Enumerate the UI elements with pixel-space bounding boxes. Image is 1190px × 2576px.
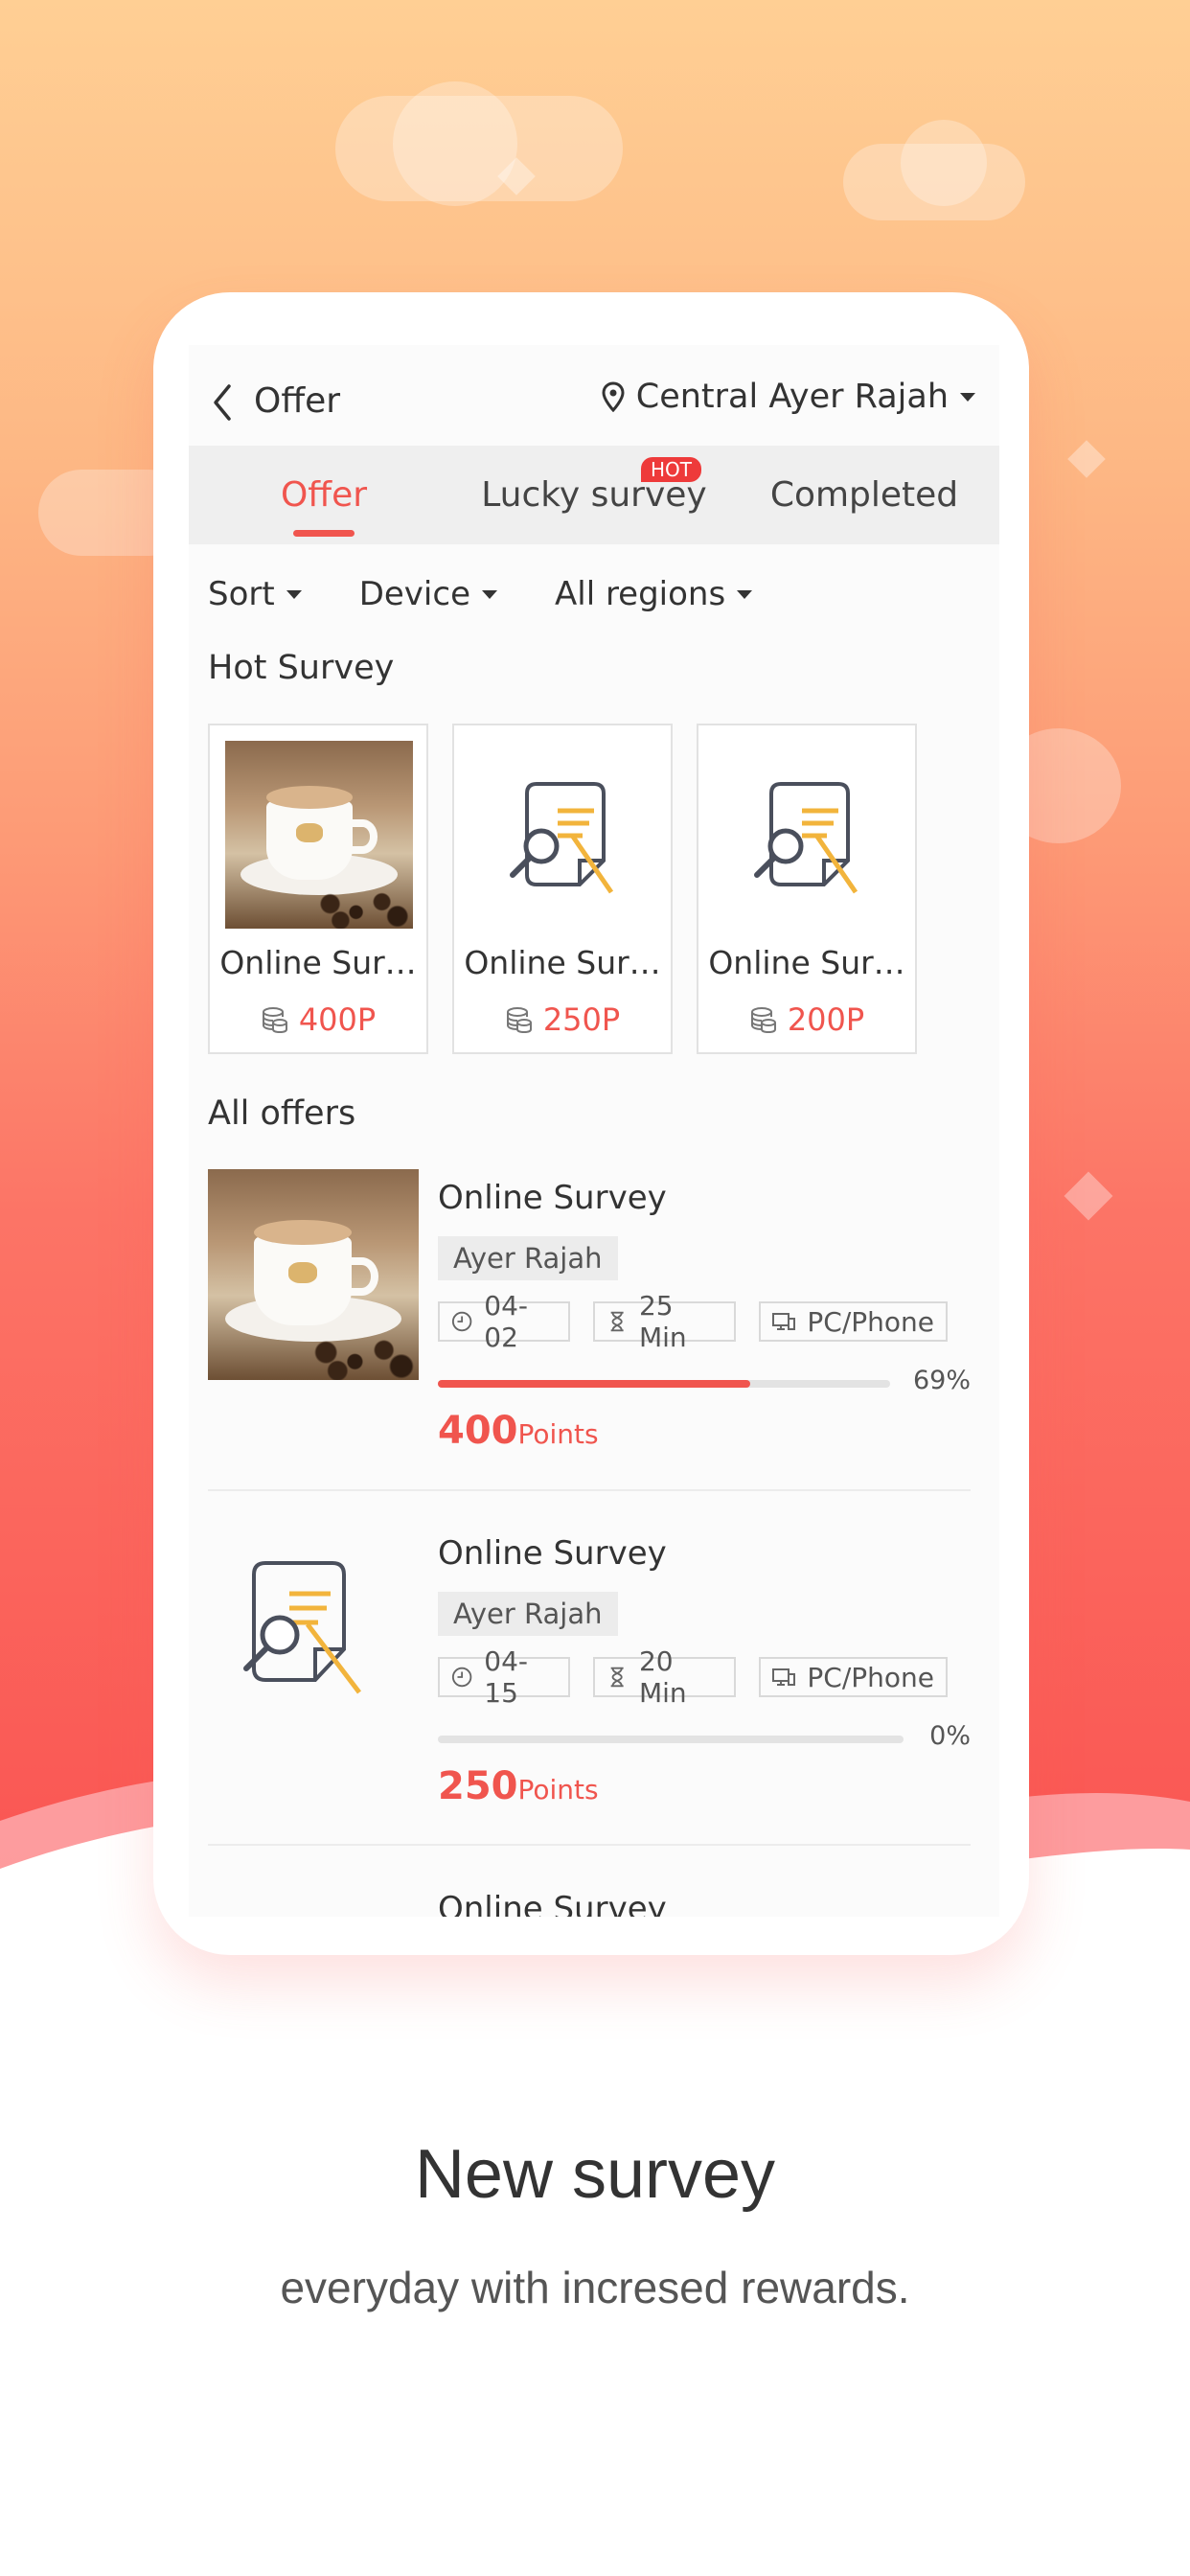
caret-down-icon <box>960 392 975 402</box>
devices-icon <box>772 1313 796 1330</box>
hot-survey-card[interactable]: Online Sur… 200P <box>697 724 917 1054</box>
date-info: 04-02 <box>438 1290 570 1353</box>
page-title: Offer <box>254 381 341 421</box>
app-screen: Offer Central Ayer Rajah Offer Lucky sur… <box>189 345 999 1917</box>
back-button[interactable] <box>210 379 248 426</box>
date-value: 04-02 <box>484 1290 528 1353</box>
survey-points: 400P <box>210 1001 426 1038</box>
region-dropdown[interactable]: All regions <box>554 575 753 613</box>
caret-down-icon <box>286 589 302 599</box>
tab-label: Completed <box>769 475 959 515</box>
progress-percent: 69% <box>912 1366 971 1395</box>
device-info: PC/Phone <box>759 1657 948 1697</box>
filter-label: Device <box>358 575 470 613</box>
hot-survey-card[interactable]: Online Sur… 250P <box>452 724 673 1054</box>
offer-list-item[interactable]: Online Survey Ayer Rajah 04-15 20 Min PC… <box>208 1525 971 1831</box>
offer-title: Online Survey <box>438 1890 667 1917</box>
survey-name: Online Sur… <box>708 944 905 981</box>
survey-points: 200P <box>698 1001 915 1038</box>
progress-bar <box>438 1380 890 1388</box>
coin-stack-icon <box>506 1007 532 1034</box>
offer-title: Online Survey <box>438 1179 667 1217</box>
all-offers-heading: All offers <box>208 1094 356 1133</box>
survey-name: Online Sur… <box>219 944 417 981</box>
points-value: 200P <box>787 1001 865 1038</box>
points-value: 250P <box>542 1001 621 1038</box>
clock-icon <box>451 1667 472 1688</box>
hourglass-icon <box>610 1667 624 1688</box>
coin-stack-icon <box>750 1007 776 1034</box>
duration-info: 25 Min <box>592 1290 737 1353</box>
list-divider <box>208 1489 971 1491</box>
coffee-photo <box>225 741 413 929</box>
cloud-decoration <box>393 81 517 206</box>
points-number: 250 <box>438 1764 518 1808</box>
devices-icon <box>772 1668 796 1686</box>
coffee-photo <box>208 1169 419 1380</box>
points-number: 400 <box>438 1409 518 1453</box>
caption-title: New survey <box>414 2136 776 2213</box>
device-info: PC/Phone <box>759 1301 948 1342</box>
date-value: 04-15 <box>484 1645 528 1709</box>
caret-down-icon <box>737 589 753 599</box>
device-value: PC/Phone <box>807 1661 934 1693</box>
device-dropdown[interactable]: Device <box>359 575 497 613</box>
list-divider <box>208 1844 971 1846</box>
filter-label: All regions <box>554 575 726 613</box>
location-selector[interactable]: Central Ayer Rajah <box>602 378 975 416</box>
progress-bar <box>438 1736 904 1743</box>
region-tag: Ayer Rajah <box>438 1236 618 1280</box>
clock-icon <box>451 1311 472 1332</box>
survey-document-icon <box>243 1561 361 1694</box>
top-bar: Offer Central Ayer Rajah <box>189 345 999 446</box>
duration-info: 20 Min <box>592 1645 737 1709</box>
tab-bar: Offer Lucky survey HOT Completed <box>189 446 999 544</box>
caret-down-icon <box>481 589 497 599</box>
survey-name: Online Sur… <box>464 944 661 981</box>
offer-meta: 04-02 25 Min PC/Phone <box>438 1290 971 1353</box>
tab-lucky-survey[interactable]: Lucky survey HOT <box>459 446 729 544</box>
points-unit: Points <box>517 1418 599 1450</box>
offer-list-item[interactable]: Online Survey <box>208 1880 971 1917</box>
points-value: 400P <box>298 1001 377 1038</box>
sort-dropdown[interactable]: Sort <box>208 575 302 613</box>
offer-points: 250Points <box>438 1764 599 1808</box>
tab-offer[interactable]: Offer <box>189 446 459 544</box>
progress-fill <box>438 1380 750 1388</box>
chevron-left-icon <box>214 384 231 421</box>
filter-bar: Sort Device All regions <box>208 575 810 613</box>
progress-percent: 0% <box>929 1721 971 1751</box>
duration-value: 20 Min <box>638 1645 687 1709</box>
survey-points: 250P <box>454 1001 671 1038</box>
location-label: Central Ayer Rajah <box>635 378 949 416</box>
tab-completed[interactable]: Completed <box>729 446 999 544</box>
caption-subtitle: everyday with incresed rewards. <box>280 2263 910 2312</box>
hot-badge: HOT <box>641 457 701 482</box>
tab-label: Offer <box>280 475 368 515</box>
duration-value: 25 Min <box>638 1290 687 1353</box>
survey-document-icon <box>510 782 614 894</box>
offer-meta: 04-15 20 Min PC/Phone <box>438 1645 971 1709</box>
coin-stack-icon <box>262 1007 287 1034</box>
location-pin-icon <box>602 381 625 412</box>
active-tab-indicator <box>293 530 355 537</box>
survey-document-icon <box>754 782 858 894</box>
date-info: 04-15 <box>438 1645 570 1709</box>
offer-points: 400Points <box>438 1409 599 1453</box>
filter-label: Sort <box>208 575 275 613</box>
hourglass-icon <box>610 1311 624 1332</box>
offer-title: Online Survey <box>438 1534 667 1573</box>
offer-list-item[interactable]: Online Survey Ayer Rajah 04-02 25 Min PC… <box>208 1169 971 1476</box>
cloud-decoration <box>901 120 987 206</box>
points-unit: Points <box>517 1774 599 1806</box>
region-tag: Ayer Rajah <box>438 1592 618 1636</box>
device-value: PC/Phone <box>807 1305 934 1338</box>
hot-survey-heading: Hot Survey <box>208 649 395 687</box>
hot-survey-list: Online Sur… 400P Online Sur… 250P Online… <box>208 724 941 1054</box>
hot-survey-card[interactable]: Online Sur… 400P <box>208 724 428 1054</box>
